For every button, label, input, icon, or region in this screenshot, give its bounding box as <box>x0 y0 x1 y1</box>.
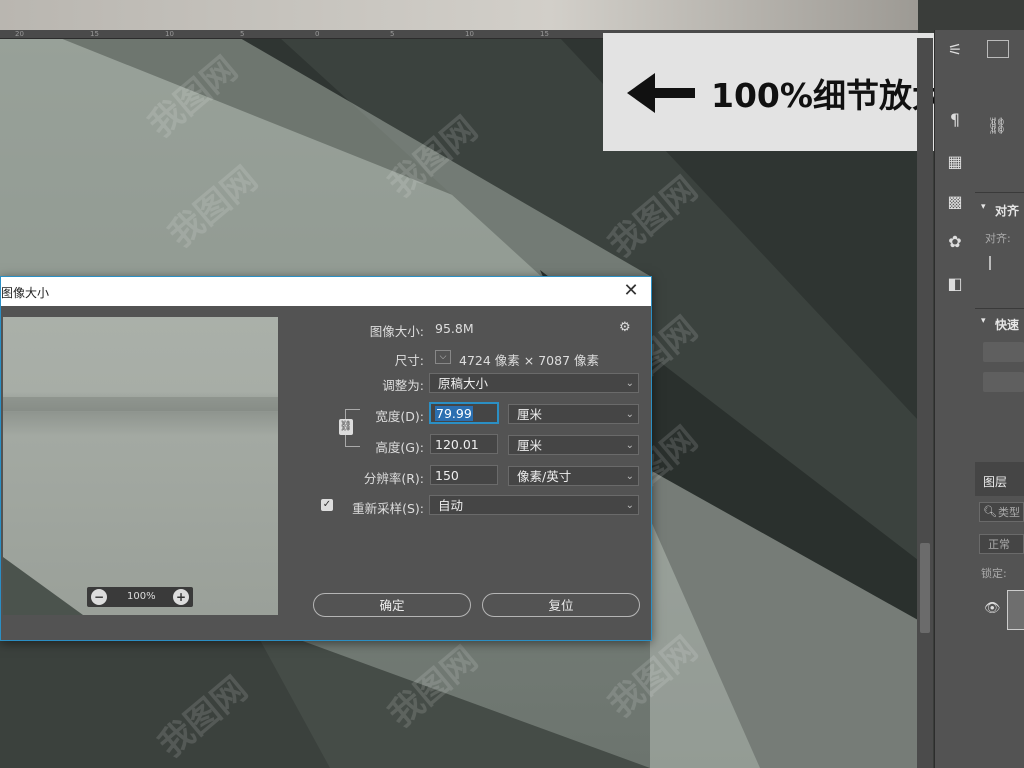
layer-thumbnail[interactable] <box>1007 590 1024 630</box>
image-size-dialog: 图像大小 ✕ − 100% + 图像大小: 95.8M ⚙ 尺寸: ⌵ 4724… <box>0 276 652 641</box>
dimensions-dropdown-icon[interactable]: ⌵ <box>435 350 451 364</box>
tab-layers[interactable]: 图层 <box>983 473 1007 490</box>
ruler-tick: 15 <box>540 30 549 38</box>
ruler-tick: 20 <box>15 30 24 38</box>
zoom-in-icon[interactable]: + <box>173 589 189 605</box>
quick-action-button[interactable] <box>983 342 1024 362</box>
dimensions-label: 尺寸: <box>394 353 424 368</box>
height-unit-select[interactable]: 厘米 ⌄ <box>508 435 639 455</box>
sliders-icon[interactable]: ⚟ <box>943 38 967 62</box>
height-label: 高度(G): <box>375 440 424 455</box>
resample-select[interactable]: 自动 ⌄ <box>429 495 639 515</box>
chevron-down-icon: ⌄ <box>625 440 634 451</box>
chevron-down-icon: ⌄ <box>625 409 634 420</box>
quick-actions-header[interactable]: ▾ 快速 <box>975 316 1024 342</box>
right-panels: ⛓ ▾ 对齐 对齐: ▾ 快速 图层 类型 🔍︎ 正常 锁定: 👁︎ <box>975 30 1024 768</box>
chevron-down-icon: ⌄ <box>625 500 634 511</box>
ruler-tick: 0 <box>315 30 320 38</box>
panel-icon-strip: ⚟ ¶ ▦ ▩ ✿ ◧ <box>934 30 976 768</box>
zoom-out-icon[interactable]: − <box>91 589 107 605</box>
left-arrow-icon <box>627 73 695 113</box>
image-size-label: 图像大小: <box>369 324 424 339</box>
chevron-down-icon: ⌄ <box>625 471 634 482</box>
dimensions-value: 4724 像素 × 7087 像素 <box>459 353 599 368</box>
align-left-icon[interactable] <box>989 256 1001 270</box>
reset-button[interactable]: 复位 <box>482 593 640 617</box>
height-input[interactable]: 120.01 <box>430 434 498 454</box>
image-preview[interactable] <box>3 317 278 615</box>
resolution-label: 分辨率(R): <box>363 471 424 486</box>
fit-to-select[interactable]: 原稿大小 ⌄ <box>429 373 639 393</box>
width-unit-select[interactable]: 厘米 ⌄ <box>508 404 639 424</box>
ruler-tick: 5 <box>240 30 245 38</box>
align-panel-header[interactable]: ▾ 对齐 <box>975 202 1024 228</box>
lock-label: 锁定: <box>981 567 1007 580</box>
align-label: 对齐: <box>985 232 1011 245</box>
search-icon: 🔍︎ <box>983 505 997 518</box>
canvas-scrollbar[interactable] <box>917 38 933 768</box>
scrollbar-thumb[interactable] <box>920 543 930 633</box>
resolution-input[interactable]: 150 <box>430 465 498 485</box>
gear-icon[interactable]: ⚙ <box>619 320 631 335</box>
width-input[interactable]: 79.99 <box>430 403 498 423</box>
resample-label: 重新采样(S): <box>352 501 424 516</box>
quick-action-button[interactable] <box>983 372 1024 392</box>
blend-mode-select[interactable]: 正常 <box>979 534 1024 554</box>
gradient-icon[interactable]: ◧ <box>943 272 967 296</box>
paragraph-icon[interactable]: ¶ <box>943 108 967 132</box>
chevron-down-icon: ⌄ <box>625 378 634 389</box>
dialog-titlebar[interactable]: 图像大小 ✕ <box>1 277 651 306</box>
link-icon[interactable]: ⛓ <box>987 116 1007 135</box>
ok-button[interactable]: 确定 <box>313 593 471 617</box>
palette-icon[interactable]: ✿ <box>943 230 967 254</box>
eye-icon[interactable]: 👁︎ <box>984 601 1001 616</box>
resolution-unit-select[interactable]: 像素/英寸 ⌄ <box>508 466 639 486</box>
ruler-tick: 10 <box>465 30 474 38</box>
dialog-title: 图像大小 <box>1 286 50 300</box>
close-icon[interactable]: ✕ <box>619 279 643 303</box>
ruler-tick: 10 <box>165 30 174 38</box>
preview-zoom-control: − 100% + <box>87 587 193 607</box>
fit-to-label: 调整为: <box>382 378 424 393</box>
grid-icon[interactable]: ▩ <box>943 190 967 214</box>
image-icon[interactable] <box>987 40 1009 58</box>
table-icon[interactable]: ▦ <box>943 150 967 174</box>
image-size-value: 95.8M <box>435 321 474 336</box>
width-label: 宽度(D): <box>375 409 424 424</box>
ruler-tick: 15 <box>90 30 99 38</box>
zoom-value: 100% <box>127 591 156 602</box>
preview-artwork <box>3 397 278 615</box>
ruler-tick: 5 <box>390 30 395 38</box>
